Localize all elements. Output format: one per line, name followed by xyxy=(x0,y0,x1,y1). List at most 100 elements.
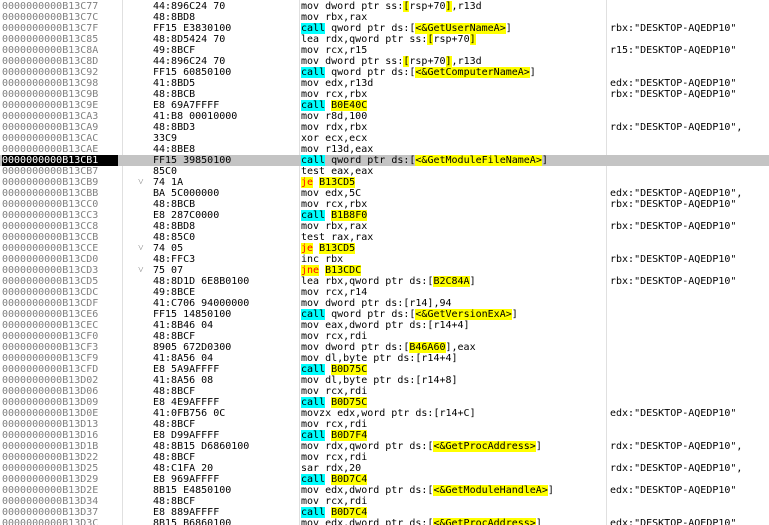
instruction-row[interactable]: 0000000000B13CF3 8905 672D0300 mov dword p… xyxy=(0,342,769,353)
instruction-row[interactable]: 0000000000B13CC8 48:8BD8 mov rbx,rax rbx:"D… xyxy=(0,221,769,232)
instruction-row[interactable]: 0000000000B13D16 E8 D99AFFFF call B0D7F4 xyxy=(0,430,769,441)
instruction-row[interactable]: 0000000000B13C77 44:896C24 70 mov dword pt… xyxy=(0,1,769,12)
instruction-row[interactable]: 0000000000B13C9B 48:8BCB mov rcx,rbx rbx:"D… xyxy=(0,89,769,100)
address-cell: 0000000000B13C8A xyxy=(2,45,99,56)
comment-cell: rbx:"DESKTOP-AQEDP10" xyxy=(610,23,737,34)
instruction-row[interactable]: 0000000000B13CA3 41:B8 00010000 mov r8d,10… xyxy=(0,111,769,122)
instruction-row[interactable]: 0000000000B13D1B 48:8B15 D6860100 mov rdx,… xyxy=(0,441,769,452)
instruction-row[interactable]: 0000000000B13CB7 85C0 test eax,eax xyxy=(0,166,769,177)
instruction-cell: test rax,rax xyxy=(301,232,605,243)
symbol-reference[interactable]: <&GetModuleHandleA> xyxy=(433,485,548,496)
symbol-reference[interactable]: B1B8F0 xyxy=(331,210,368,221)
instruction-row[interactable]: 0000000000B13D37 E8 889AFFFF call B0D7C4 xyxy=(0,507,769,518)
address-cell: 0000000000B13CFD xyxy=(2,364,99,375)
comment-cell xyxy=(610,309,769,320)
instruction-row[interactable]: 0000000000B13C7F FF15 E3830100 call qword … xyxy=(0,23,769,34)
instruction-row[interactable]: 0000000000B13D34 48:8BCF mov rcx,rdi xyxy=(0,496,769,507)
instruction-cell: mov rcx,rbx xyxy=(301,199,605,210)
operand-text: ] xyxy=(535,518,542,525)
symbol-reference[interactable]: <&GetUserNameA> xyxy=(415,23,506,34)
symbol-reference[interactable]: B0D7C4 xyxy=(331,507,368,518)
instruction-row[interactable]: 0000000000B13C92 FF15 60850100 call qword … xyxy=(0,67,769,78)
instruction-row[interactable]: 0000000000B13C7C 48:8BD8 mov rbx,rax xyxy=(0,12,769,23)
operand-text: mov dword ptr ds:[ xyxy=(301,342,410,353)
instruction-row[interactable]: 0000000000B13C9E E8 69A7FFFF call B0E40C xyxy=(0,100,769,111)
instruction-row[interactable]: 0000000000B13D29 E8 969AFFFF call B0D7C4 xyxy=(0,474,769,485)
bytes-cell: 41:8A56 08 xyxy=(153,375,214,386)
arrow-gutter xyxy=(138,485,150,496)
bytes-cell: 48:8B15 D6860100 xyxy=(153,441,250,452)
instruction-row[interactable]: 0000000000B13CF9 41:8A56 04 mov dl,byte pt… xyxy=(0,353,769,364)
call-mnemonic: call xyxy=(301,474,326,485)
bytes-cell: 44:896C24 70 xyxy=(153,1,226,12)
instruction-row[interactable]: 0000000000B13D25 48:C1FA 20 sar rdx,20 rdx:… xyxy=(0,463,769,474)
instruction-row[interactable]: 0000000000B13C85 48:8D5424 70 lea rdx,qwor… xyxy=(0,34,769,45)
instruction-row[interactable]: 0000000000B13D06 48:8BCF mov rcx,rdi xyxy=(0,386,769,397)
symbol-reference[interactable]: <&GetProcAddress> xyxy=(433,441,536,452)
instruction-row[interactable]: 0000000000B13CFD E8 5A9AFFFF call B0D75C xyxy=(0,364,769,375)
disassembly-view[interactable]: 0000000000B13C77 44:896C24 70 mov dword pt… xyxy=(0,0,769,525)
symbol-reference[interactable]: B0D7C4 xyxy=(331,474,368,485)
instruction-row[interactable]: 0000000000B13C8D 44:896C24 70 mov dword pt… xyxy=(0,56,769,67)
instruction-row[interactable]: 0000000000B13D2E 8B15 E4850100 mov edx,dwo… xyxy=(0,485,769,496)
instruction-row[interactable]: 0000000000B13CAE 44:8BE8 mov r13d,eax xyxy=(0,144,769,155)
operand-text: mov rcx,rdi xyxy=(301,419,368,430)
instruction-row[interactable]: 0000000000B13C8A 49:8BCF mov rcx,r15 r15:"D… xyxy=(0,45,769,56)
instruction-row[interactable]: 0000000000B13CDF 41:C706 94000000 mov dwor… xyxy=(0,298,769,309)
instruction-row[interactable]: 0000000000B13CB9 ˅ 74 1A je B13CD5 xyxy=(0,177,769,188)
instruction-row[interactable]: 0000000000B13CD5 48:8D1D 6E8B0100 lea rbx,… xyxy=(0,276,769,287)
comment-cell: rbx:"DESKTOP-AQEDP10" xyxy=(610,254,737,265)
instruction-row[interactable]: 0000000000B13CBB BA 5C000000 mov edx,5C edx… xyxy=(0,188,769,199)
instruction-cell: jne B13CDC xyxy=(301,265,605,276)
instruction-cell: mov dword ptr ss:[rsp+70],r13d xyxy=(301,1,605,12)
instruction-row[interactable]: 0000000000B13D22 48:8BCF mov rcx,rdi xyxy=(0,452,769,463)
operand-text: rsp+70 xyxy=(409,56,446,67)
instruction-row[interactable]: 0000000000B13CCE ˅ 74 05 je B13CD5 xyxy=(0,243,769,254)
symbol-reference[interactable]: <&GetProcAddress> xyxy=(433,518,536,525)
arrow-gutter xyxy=(138,166,150,177)
jump-target[interactable]: B13CD5 xyxy=(319,243,356,254)
instruction-row[interactable]: 0000000000B13C98 41:8BD5 mov edx,r13d edx:"… xyxy=(0,78,769,89)
instruction-cell: mov rdx,rbx xyxy=(301,122,605,133)
instruction-row[interactable]: 0000000000B13CAC 33C9 xor ecx,ecx xyxy=(0,133,769,144)
symbol-reference[interactable]: B0E40C xyxy=(331,100,368,111)
bytes-cell: 48:8BCB xyxy=(153,199,196,210)
arrow-gutter xyxy=(138,67,150,78)
instruction-row[interactable]: 0000000000B13CE6 FF15 14850100 call qword … xyxy=(0,309,769,320)
instruction-row[interactable]: 0000000000B13D0E 41:0FB756 0C movzx edx,wo… xyxy=(0,408,769,419)
arrow-gutter xyxy=(138,430,150,441)
jump-target[interactable]: B13CDC xyxy=(325,265,362,276)
symbol-reference[interactable]: <&GetVersionExA> xyxy=(415,309,512,320)
operand-text: xor ecx,ecx xyxy=(301,133,368,144)
instruction-row-selected[interactable]: 0000000000B13CB1 FF15 39850100 call qword … xyxy=(0,155,769,166)
call-mnemonic: call xyxy=(301,23,326,34)
address-cell: 0000000000B13CCB xyxy=(2,232,99,243)
instruction-row[interactable]: 0000000000B13CD0 48:FFC3 inc rbx rbx:"DESKT… xyxy=(0,254,769,265)
symbol-reference[interactable]: <&GetComputerNameA> xyxy=(415,67,530,78)
instruction-row[interactable]: 0000000000B13CDC 49:8BCE mov rcx,r14 xyxy=(0,287,769,298)
comment-cell: rbx:"DESKTOP-AQEDP10" xyxy=(610,199,737,210)
instruction-row[interactable]: 0000000000B13CC3 E8 287C0000 call B1B8F0 xyxy=(0,210,769,221)
symbol-reference[interactable]: B0D7F4 xyxy=(331,430,368,441)
comment-cell xyxy=(610,419,769,430)
operand-text: mov dl,byte ptr ds:[r14+4] xyxy=(301,353,458,364)
jump-target[interactable]: B13CD5 xyxy=(319,177,356,188)
symbol-reference[interactable]: B46A60 xyxy=(409,342,446,353)
instruction-row[interactable]: 0000000000B13D02 41:8A56 08 mov dl,byte pt… xyxy=(0,375,769,386)
instruction-row[interactable]: 0000000000B13D13 48:8BCF mov rcx,rdi xyxy=(0,419,769,430)
instruction-row[interactable]: 0000000000B13CF0 48:8BCF mov rcx,rdi xyxy=(0,331,769,342)
symbol-reference[interactable]: B2C84A xyxy=(433,276,470,287)
instruction-row[interactable]: 0000000000B13CA9 48:8BD3 mov rdx,rbx rdx:"D… xyxy=(0,122,769,133)
symbol-reference[interactable]: <&GetModuleFileNameA> xyxy=(415,155,542,166)
instruction-row[interactable]: 0000000000B13CCB 48:85C0 test rax,rax xyxy=(0,232,769,243)
instruction-row[interactable]: 0000000000B13CEC 41:8B46 04 mov eax,dword … xyxy=(0,320,769,331)
instruction-row[interactable]: 0000000000B13D09 E8 4E9AFFFF call B0D75C xyxy=(0,397,769,408)
symbol-reference[interactable]: B0D75C xyxy=(331,397,368,408)
comment-cell xyxy=(610,111,769,122)
instruction-row[interactable]: 0000000000B13CC0 48:8BCB mov rcx,rbx rbx:"D… xyxy=(0,199,769,210)
instruction-row[interactable]: 0000000000B13CD3 ˅ 75 07 jne B13CDC xyxy=(0,265,769,276)
symbol-reference[interactable]: B0D75C xyxy=(331,364,368,375)
instruction-row[interactable]: 0000000000B13D3C 8B15 B6860100 mov edx,dwo… xyxy=(0,518,769,525)
address-cell: 0000000000B13D25 xyxy=(2,463,99,474)
instruction-cell: mov edx,r13d xyxy=(301,78,605,89)
